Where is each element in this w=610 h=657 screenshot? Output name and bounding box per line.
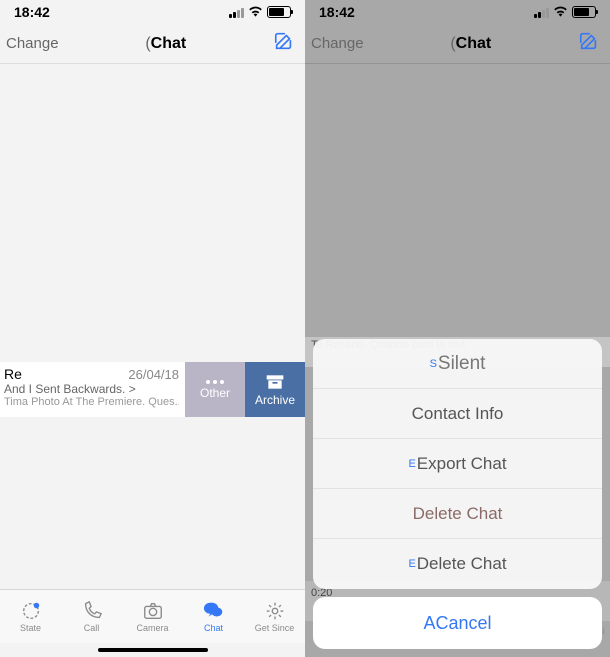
wifi-icon — [248, 4, 263, 20]
sheet-export-chat-button[interactable]: EExport Chat — [313, 439, 602, 489]
tab-bar: State Call Camera Chat Get Since — [0, 589, 305, 643]
sheet-delete-chat-button[interactable]: Delete Chat — [313, 489, 602, 539]
status-indicators — [229, 4, 291, 20]
tab-call[interactable]: Call — [61, 590, 122, 643]
swipe-more-label: Other — [200, 386, 230, 400]
wifi-icon — [553, 4, 568, 20]
tab-label: Get Since — [255, 623, 295, 633]
phone-icon — [79, 600, 105, 622]
chat-icon — [201, 600, 227, 622]
action-sheet-group: SSilent Contact Info EExport Chat Delete… — [313, 339, 602, 589]
tab-camera[interactable]: Camera — [122, 590, 183, 643]
edit-button[interactable]: Change — [6, 35, 59, 52]
compose-button — [578, 30, 600, 57]
sheet-contact-info-button[interactable]: Contact Info — [313, 389, 602, 439]
status-icon — [18, 600, 44, 622]
screen-right: 18:42 Change (Chat Te Rosario. Quando bo… — [305, 0, 610, 657]
swipe-more-button[interactable]: Other — [185, 362, 245, 417]
tab-label: State — [20, 623, 41, 633]
action-sheet: SSilent Contact Info EExport Chat Delete… — [313, 339, 602, 649]
status-bar: 18:42 — [305, 0, 610, 24]
sheet-cancel-button[interactable]: ACancel — [313, 597, 602, 649]
tab-label: Camera — [136, 623, 168, 633]
swipe-archive-button[interactable]: Archive — [245, 362, 305, 417]
more-icon — [206, 380, 224, 384]
cellular-signal-icon — [534, 7, 549, 18]
chat-row[interactable]: Re 26/04/18 And I Sent Backwards. > Tima… — [0, 362, 305, 417]
tab-label: Chat — [204, 623, 223, 633]
page-title: (Chat — [450, 35, 491, 53]
screen-left: 18:42 Change (Chat Re 26/04/18 And I Sen… — [0, 0, 305, 657]
home-indicator[interactable] — [0, 643, 305, 657]
tab-settings[interactable]: Get Since — [244, 590, 305, 643]
tab-state[interactable]: State — [0, 590, 61, 643]
status-time: 18:42 — [319, 4, 355, 20]
tab-label: Call — [84, 623, 100, 633]
chat-row-content[interactable]: Re 26/04/18 And I Sent Backwards. > Tima… — [0, 362, 185, 417]
sheet-delete-chat-button-2[interactable]: EDelete Chat — [313, 539, 602, 589]
chat-date: 26/04/18 — [128, 367, 179, 382]
page-title: (Chat — [145, 35, 186, 53]
sheet-silent-button[interactable]: SSilent — [313, 339, 602, 389]
camera-icon — [140, 600, 166, 622]
status-bar: 18:42 — [0, 0, 305, 24]
cellular-signal-icon — [229, 7, 244, 18]
chat-contact-name: Re — [4, 366, 22, 382]
gear-icon — [262, 600, 288, 622]
chat-preview-line1: And I Sent Backwards. > — [4, 382, 179, 396]
chat-list[interactable]: Re 26/04/18 And I Sent Backwards. > Tima… — [0, 64, 305, 589]
battery-icon — [572, 6, 596, 18]
tab-chat[interactable]: Chat — [183, 590, 244, 643]
nav-header: Change (Chat — [0, 24, 305, 64]
battery-icon — [267, 6, 291, 18]
compose-button[interactable] — [273, 30, 295, 57]
archive-icon — [265, 373, 285, 391]
swipe-archive-label: Archive — [255, 393, 295, 407]
chat-preview-line2: Tima Photo At The Premiere. Ques... — [4, 396, 179, 408]
edit-button: Change — [311, 35, 364, 52]
nav-header: Change (Chat — [305, 24, 610, 64]
status-indicators — [534, 4, 596, 20]
status-time: 18:42 — [14, 4, 50, 20]
